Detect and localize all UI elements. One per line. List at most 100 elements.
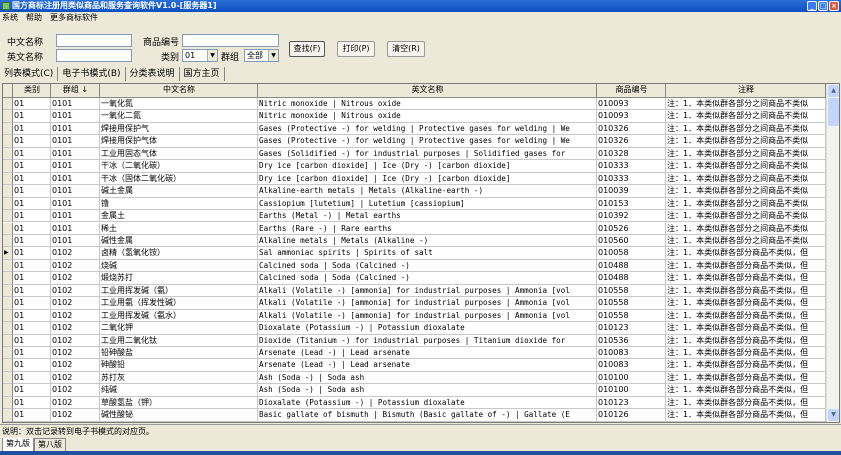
class-select[interactable]: 01▼ (182, 49, 218, 62)
row-indicator[interactable] (3, 235, 13, 247)
row-indicator[interactable] (3, 409, 13, 421)
table-row[interactable]: 010102工业用氨（挥发性碱）Alkali (Volatile -) [amm… (3, 297, 826, 309)
row-indicator[interactable] (3, 223, 13, 235)
row-indicator[interactable] (3, 173, 13, 185)
cell-class: 01 (13, 285, 51, 297)
table-row[interactable]: 010102工业用挥发碱（氨）Alkali (Volatile -) [ammo… (3, 285, 826, 297)
row-indicator[interactable] (3, 335, 13, 347)
header-en-name[interactable]: 英文名称 (258, 84, 597, 98)
header-cn-name[interactable]: 中文名称 (100, 84, 258, 98)
table-row[interactable]: 010101碱土金属Alkaline-earth metals | Metals… (3, 185, 826, 197)
row-indicator[interactable] (3, 322, 13, 334)
table-row[interactable]: 010101一氧化氮Nitric monoxide | Nitrous oxid… (3, 98, 826, 110)
print-button[interactable]: 打印(P) (337, 41, 375, 57)
app-icon (2, 2, 10, 10)
vertical-scrollbar[interactable]: ▲ ▼ (826, 84, 839, 422)
row-indicator[interactable] (3, 210, 13, 222)
cell-goods-no: 010328 (597, 148, 666, 160)
table-row[interactable]: 010102工业用二氧化钛Dioxide (Titanium -) for in… (3, 335, 826, 347)
table-row[interactable]: 010101碱性金属Alkaline metals | Metals (Alka… (3, 235, 826, 247)
cell-cn-name: 焊接用保护气体 (100, 135, 258, 147)
table-row[interactable]: 010102烧碱Calcined soda | Soda (Calcined -… (3, 260, 826, 272)
table-row[interactable]: 010101工业用固态气体Gases (Solidified -) for in… (3, 148, 826, 160)
en-name-input[interactable] (56, 49, 132, 62)
table-row[interactable]: 010101焊接用保护气Gases (Protective -) for wel… (3, 123, 826, 135)
scroll-up-icon[interactable]: ▲ (828, 85, 839, 97)
row-indicator[interactable] (3, 359, 13, 371)
cn-name-input[interactable] (56, 34, 132, 47)
table-row[interactable]: 010101焊接用保护气体Gases (Protective -) for we… (3, 135, 826, 147)
cell-cn-name: 纯碱 (100, 384, 258, 396)
row-indicator[interactable] (3, 285, 13, 297)
table-row[interactable]: 010102煅烧苏打Calcined soda | Soda (Calcined… (3, 272, 826, 284)
menu-system[interactable]: 系统 (2, 12, 18, 24)
goods-no-input[interactable] (182, 34, 279, 47)
scroll-down-icon[interactable]: ▼ (828, 409, 839, 421)
header-notes[interactable]: 注释 (666, 84, 826, 98)
row-indicator[interactable] (3, 297, 13, 309)
row-indicator[interactable] (3, 260, 13, 272)
row-indicator[interactable] (3, 110, 13, 122)
cell-notes: 注：1．本类似群各部分商品不类似，但 (666, 247, 826, 259)
close-button[interactable]: × (829, 1, 839, 11)
table-row[interactable]: 010102苏打灰Ash (Soda -) | Soda ash010100注：… (3, 372, 826, 384)
table-row[interactable]: 010102二氧化钾Dioxalate (Potassium -) | Pota… (3, 322, 826, 334)
tab-classification-notes[interactable]: 分类表说明 (126, 67, 180, 81)
cell-cn-name: 碱性酸铋 (100, 409, 258, 421)
row-indicator[interactable] (3, 372, 13, 384)
chevron-down-icon[interactable]: ▼ (268, 50, 278, 61)
cell-group: 0102 (51, 310, 100, 322)
table-row[interactable]: 010101稀土Earths (Rare -) | Rare earths010… (3, 223, 826, 235)
row-indicator[interactable]: ▶ (3, 247, 13, 259)
cell-notes: 注：1．本类似群各部分之间商品不类似 (666, 185, 826, 197)
cell-group: 0102 (51, 372, 100, 384)
cell-cn-name: 一氧化二氮 (100, 110, 258, 122)
restore-button[interactable]: □ (818, 1, 828, 11)
table-row[interactable]: 010101干冰（固体二氧化碳）Dry ice [carbon dioxide]… (3, 173, 826, 185)
table-row[interactable]: 010101镥Cassiopium [lutetium] | Lutetium … (3, 198, 826, 210)
tab-ninth-edition[interactable]: 第九版 (2, 438, 34, 452)
row-indicator[interactable] (3, 148, 13, 160)
row-indicator[interactable] (3, 384, 13, 396)
cell-goods-no: 010526 (597, 223, 666, 235)
group-select[interactable]: 全部▼ (244, 49, 279, 62)
row-indicator[interactable] (3, 123, 13, 135)
table-row[interactable]: 010102纯碱Ash (Soda -) | Soda ash010100注：1… (3, 384, 826, 396)
header-goods-no[interactable]: 商品编号 (597, 84, 666, 98)
row-indicator[interactable] (3, 98, 13, 110)
minimize-button[interactable]: _ (807, 1, 817, 11)
row-indicator[interactable] (3, 135, 13, 147)
tab-eighth-edition[interactable]: 第八版 (34, 438, 66, 452)
row-indicator[interactable] (3, 397, 13, 409)
row-indicator[interactable] (3, 272, 13, 284)
cell-group: 0102 (51, 384, 100, 396)
table-row[interactable]: 010102工业用挥发碱（氨水）Alkali (Volatile -) [amm… (3, 310, 826, 322)
table-row[interactable]: ▶010102卤精（氢氧化铵）Sal ammoniac spirits | Sp… (3, 247, 826, 259)
table-row[interactable]: 010102草酸氢盐（钾）Dioxalate (Potassium -) | P… (3, 397, 826, 409)
row-indicator[interactable] (3, 198, 13, 210)
cell-notes: 注：1．本类似群各部分之间商品不类似 (666, 235, 826, 247)
table-row[interactable]: 010101金属土Earths (Metal -) | Metal earths… (3, 210, 826, 222)
tab-guofang-home[interactable]: 国方主页 (180, 67, 225, 81)
scroll-thumb[interactable] (828, 98, 839, 126)
row-indicator[interactable] (3, 185, 13, 197)
table-row[interactable]: 010102碱性酸铋Basic gallate of bismuth | Bis… (3, 409, 826, 421)
header-group[interactable]: 群组 ↓ (51, 84, 100, 98)
table-row[interactable]: 010101一氧化二氮Nitric monoxide | Nitrous oxi… (3, 110, 826, 122)
cell-goods-no: 010558 (597, 285, 666, 297)
row-indicator[interactable] (3, 310, 13, 322)
search-button[interactable]: 查找(F) (289, 41, 325, 57)
tab-ebook-mode[interactable]: 电子书模式(B) (58, 67, 125, 81)
table-row[interactable]: 010102砷酸铅Arsenate (Lead -) | Lead arsena… (3, 359, 826, 371)
table-row[interactable]: 010101干冰（二氧化碳）Dry ice [carbon dioxide] |… (3, 160, 826, 172)
clear-button[interactable]: 清空(R) (387, 41, 425, 57)
cell-en-name: Cassiopium [lutetium] | Lutetium [cassio… (258, 198, 597, 210)
row-indicator[interactable] (3, 347, 13, 359)
menu-help[interactable]: 帮助 (26, 12, 42, 24)
menu-more-software[interactable]: 更多商标软件 (50, 12, 98, 24)
tab-list-mode[interactable]: 列表模式(C) (0, 67, 58, 81)
row-indicator[interactable] (3, 160, 13, 172)
chevron-down-icon[interactable]: ▼ (207, 50, 217, 61)
header-class[interactable]: 类别 (13, 84, 51, 98)
table-row[interactable]: 010102铅砷酸盐Arsenate (Lead -) | Lead arsen… (3, 347, 826, 359)
